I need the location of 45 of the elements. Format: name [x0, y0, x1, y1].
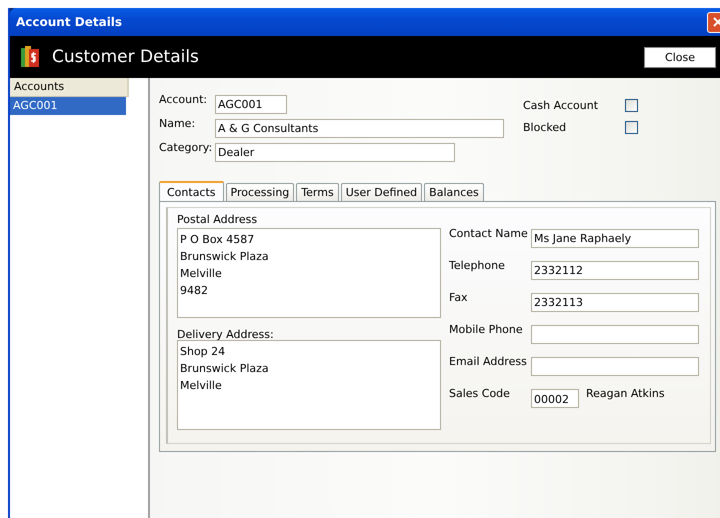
address-line: Shop 24 — [180, 344, 226, 360]
checkbox[interactable] — [625, 121, 638, 134]
text-field[interactable] — [531, 325, 699, 344]
tab[interactable]: Processing — [226, 183, 294, 201]
tab[interactable]: Balances — [424, 183, 484, 201]
field-label: Mobile Phone — [449, 323, 524, 336]
address-line: P O Box 4587 — [180, 232, 256, 248]
sales-code-field[interactable]: 00002 — [531, 389, 579, 408]
window-title: Account Details — [15, 15, 124, 29]
address-line: Brunswick Plaza — [180, 249, 270, 265]
books-icon — [20, 45, 40, 69]
text-field[interactable]: 2332112 — [531, 261, 699, 280]
tab[interactable]: Contacts — [159, 181, 224, 201]
address-line: Melville — [180, 266, 223, 282]
account-field[interactable]: AGC001 — [215, 95, 287, 114]
field-label: Email Address — [449, 355, 528, 368]
address-line: Melville — [180, 378, 223, 394]
close-button[interactable]: Close — [644, 46, 716, 68]
sales-rep-name: Reagan Atkins — [586, 387, 665, 400]
text-field[interactable]: 2332113 — [531, 293, 699, 312]
address-text-area[interactable]: Shop 24 Brunswick Plaza Melville — [177, 340, 441, 430]
checkbox[interactable] — [625, 99, 638, 112]
field-label: Telephone — [449, 259, 506, 272]
header-title: Customer Details — [52, 47, 200, 67]
field-label: Account: — [159, 93, 208, 106]
field-label: Sales Code — [449, 387, 511, 400]
tab[interactable]: Terms — [296, 183, 339, 201]
text-field[interactable]: Ms Jane Raphaely — [531, 229, 699, 248]
field-label: Fax — [449, 291, 469, 304]
checkbox-label: Blocked — [523, 121, 568, 134]
address-text-area[interactable]: P O Box 4587 Brunswick Plaza Melville 9482 — [177, 228, 441, 318]
category-field[interactable]: Dealer — [215, 143, 455, 162]
field-label: Name: — [159, 117, 196, 130]
section-label: Postal Address — [177, 213, 258, 228]
tab[interactable]: User Defined — [340, 183, 422, 201]
checkbox-label: Cash Account — [523, 99, 600, 112]
column-header: Accounts — [10, 78, 129, 97]
text-field[interactable] — [531, 357, 699, 376]
name-field[interactable]: A & G Consultants — [215, 119, 504, 138]
address-line: 9482 — [180, 283, 209, 299]
section-label: Delivery Address: — [177, 328, 275, 340]
field-label: Category: — [159, 141, 214, 154]
account-list-item[interactable]: AGC001 — [10, 97, 128, 115]
field-label: Contact Name — [449, 227, 529, 240]
address-line: Brunswick Plaza — [180, 361, 270, 377]
